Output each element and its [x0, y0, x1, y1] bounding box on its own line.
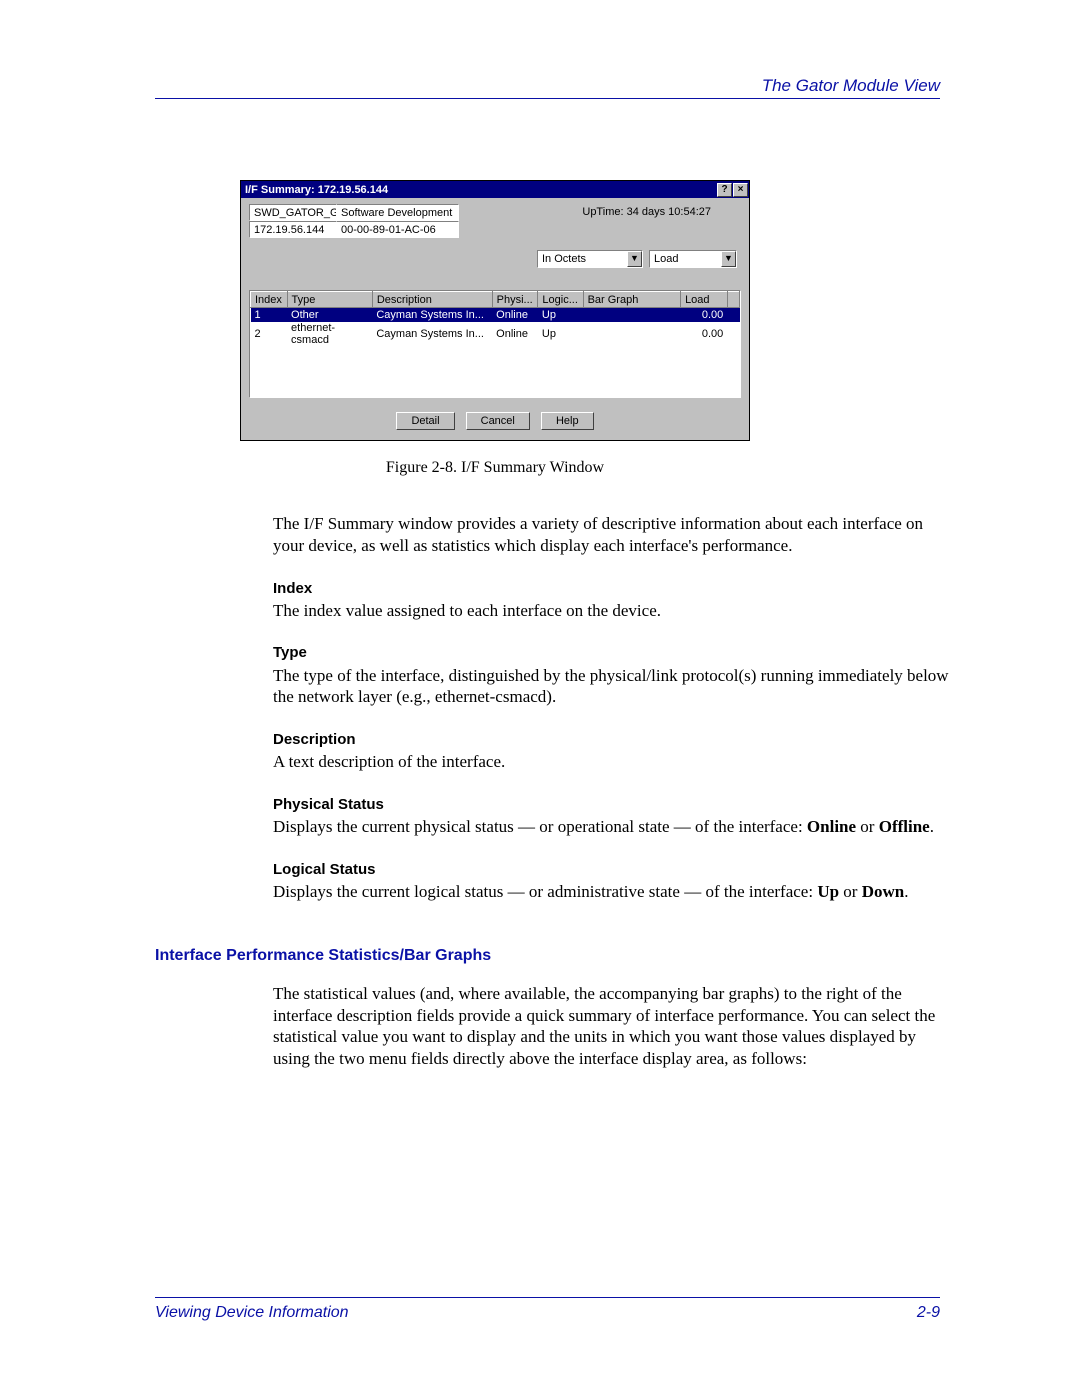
header-rule	[155, 98, 940, 99]
window-title: I/F Summary: 172.19.56.144	[245, 184, 716, 196]
device-desc-field: Software Development	[337, 204, 459, 221]
if-summary-window: I/F Summary: 172.19.56.144 ? × SWD_GATOR…	[240, 180, 750, 441]
col-physi[interactable]: Physi...	[492, 292, 538, 308]
dropdown-row: In Octets ▼ Load ▼	[249, 250, 737, 268]
section-heading: Interface Performance Statistics/Bar Gra…	[155, 947, 950, 965]
term-description: Description	[273, 730, 950, 749]
device-name-field: SWD_GATOR_GB	[249, 204, 337, 221]
chevron-down-icon: ▼	[721, 251, 736, 267]
table-header-row: Index Type Description Physi... Logic...…	[251, 292, 740, 308]
footer-left: Viewing Device Information	[155, 1304, 349, 1322]
col-description[interactable]: Description	[372, 292, 492, 308]
def-index: The index value assigned to each interfa…	[273, 600, 950, 622]
info-row-2: 172.19.56.144 00-00-89-01-AC-06	[249, 221, 741, 238]
term-physical-status: Physical Status	[273, 795, 950, 814]
term-type: Type	[273, 643, 950, 662]
col-load[interactable]: Load	[681, 292, 728, 308]
info-row-1: SWD_GATOR_GB Software Development UpTime…	[249, 204, 741, 221]
col-index[interactable]: Index	[251, 292, 288, 308]
def-physical-status: Displays the current physical status — o…	[273, 816, 950, 838]
col-type[interactable]: Type	[287, 292, 372, 308]
cancel-button[interactable]: Cancel	[466, 412, 530, 430]
uptime-label: UpTime: 34 days 10:54:27	[582, 204, 741, 221]
footer-right: 2-9	[917, 1304, 940, 1322]
close-icon[interactable]: ×	[733, 183, 748, 197]
section-body: The statistical values (and, where avail…	[273, 983, 950, 1070]
page-header-right: The Gator Module View	[762, 76, 940, 96]
help-icon[interactable]: ?	[717, 183, 732, 197]
col-logic[interactable]: Logic...	[538, 292, 583, 308]
col-spacer	[727, 292, 739, 308]
def-logical-status: Displays the current logical status — or…	[273, 881, 950, 903]
help-button[interactable]: Help	[541, 412, 594, 430]
chevron-down-icon: ▼	[627, 251, 642, 267]
button-row: Detail Cancel Help	[249, 412, 741, 430]
stat-dropdown[interactable]: In Octets ▼	[537, 250, 643, 268]
col-bargraph[interactable]: Bar Graph	[583, 292, 680, 308]
unit-dropdown-value: Load	[650, 251, 721, 267]
detail-button[interactable]: Detail	[396, 412, 454, 430]
stat-dropdown-value: In Octets	[538, 251, 627, 267]
def-type: The type of the interface, distinguished…	[273, 665, 950, 709]
window-body: SWD_GATOR_GB Software Development UpTime…	[241, 198, 749, 440]
intro-paragraph: The I/F Summary window provides a variet…	[273, 513, 950, 557]
ip-field: 172.19.56.144	[249, 221, 337, 238]
titlebar: I/F Summary: 172.19.56.144 ? ×	[241, 181, 749, 198]
page-footer: Viewing Device Information 2-9	[155, 1297, 940, 1322]
unit-dropdown[interactable]: Load ▼	[649, 250, 737, 268]
term-logical-status: Logical Status	[273, 860, 950, 879]
interface-table: Index Type Description Physi... Logic...…	[249, 290, 741, 398]
mac-field: 00-00-89-01-AC-06	[337, 221, 459, 238]
def-description: A text description of the interface.	[273, 751, 950, 773]
table-row[interactable]: 1 Other Cayman Systems In... Online Up 0…	[251, 308, 740, 322]
figure-window: I/F Summary: 172.19.56.144 ? × SWD_GATOR…	[240, 180, 750, 441]
table-row[interactable]: 2 ethernet-csmacd Cayman Systems In... O…	[251, 322, 740, 346]
figure-caption: Figure 2-8. I/F Summary Window	[240, 459, 750, 477]
term-index: Index	[273, 579, 950, 598]
